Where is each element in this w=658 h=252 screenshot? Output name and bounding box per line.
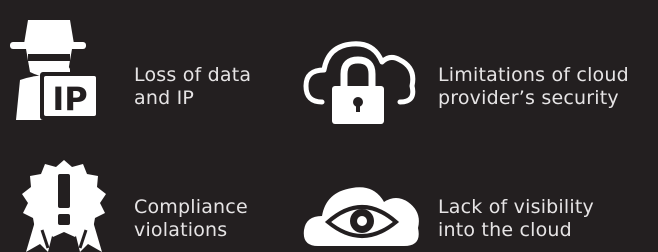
cloud-padlock-icon — [303, 41, 416, 124]
risk-label-cloud-security: Limitations of cloud provider’s security — [438, 64, 629, 110]
label-line: Loss of data — [134, 64, 252, 86]
label-line: into the cloud — [438, 219, 572, 241]
spy-with-ip-badge-icon: IP — [10, 20, 100, 120]
label-line: Compliance — [134, 196, 248, 218]
warning-rosette-icon — [22, 160, 106, 252]
risk-label-data-loss: Loss of data and IP — [134, 64, 251, 110]
ip-badge-text: IP — [52, 80, 87, 118]
risk-label-compliance: Compliance violations — [134, 196, 248, 242]
label-line: Limitations of cloud — [438, 64, 629, 86]
risk-label-visibility: Lack of visibility into the cloud — [438, 196, 594, 242]
label-line: provider’s security — [438, 87, 619, 109]
cloud-eye-icon — [303, 187, 419, 246]
label-line: and IP — [134, 87, 195, 109]
label-line: violations — [134, 219, 228, 241]
label-line: Lack of visibility — [438, 196, 594, 218]
